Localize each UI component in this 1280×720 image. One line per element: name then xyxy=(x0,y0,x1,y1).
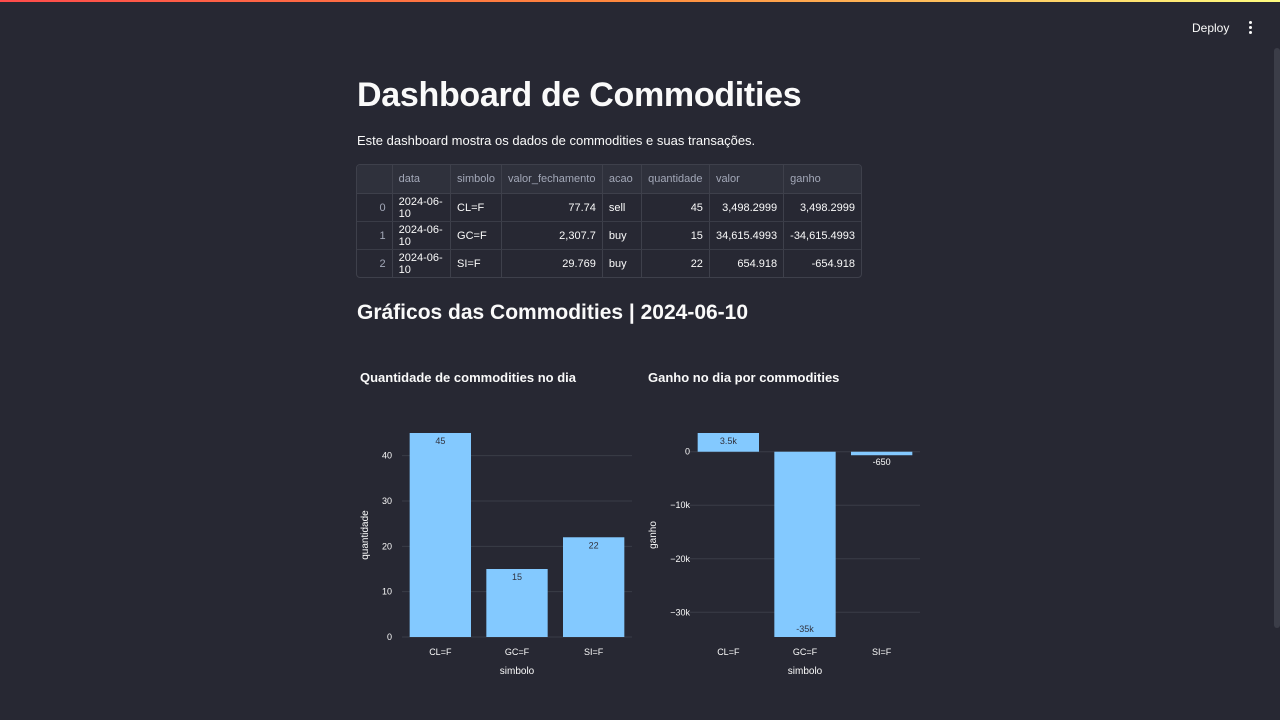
cell-valor: 3,498.2999 xyxy=(709,193,785,222)
cell-acao: buy xyxy=(602,221,643,250)
cell-acao: buy xyxy=(602,249,643,277)
bar xyxy=(563,537,625,637)
bar-data-label: -650 xyxy=(873,457,891,467)
column-header-valor[interactable]: valor xyxy=(709,165,785,194)
column-header-acao[interactable]: acao xyxy=(602,165,643,194)
charts-heading: Gráficos das Commodities | 2024-06-10 xyxy=(357,301,749,324)
cell-index: 0 xyxy=(357,193,393,222)
cell-valor: 654.918 xyxy=(709,249,785,277)
column-header-valor-fechamento[interactable]: valor_fechamento xyxy=(501,165,603,194)
table-row[interactable]: 0 2024-06-10 CL=F 77.74 sell 45 3,498.29… xyxy=(357,193,861,222)
cell-ganho: 3,498.2999 xyxy=(783,193,861,222)
page-description: Este dashboard mostra os dados de commod… xyxy=(357,133,756,148)
bar xyxy=(774,451,836,637)
y-tick-label: 20 xyxy=(382,541,392,551)
column-header-data[interactable]: data xyxy=(392,165,452,194)
cell-data: 2024-06-10 xyxy=(392,221,452,250)
ganho-chart[interactable]: Ganho no dia por commodities 0 −10k −20k −30… xyxy=(638,360,928,690)
cell-quantidade: 22 xyxy=(641,249,710,277)
cell-valor: 34,615.4993 xyxy=(709,221,785,250)
bar-data-label: 15 xyxy=(512,572,522,582)
x-tick-label: CL=F xyxy=(429,647,452,657)
table-row[interactable]: 2 2024-06-10 SI=F 29.769 buy 22 654.918 … xyxy=(357,249,861,277)
chart-title: Ganho no dia por commodities xyxy=(648,370,839,385)
table-row[interactable]: 1 2024-06-10 GC=F 2,307.7 buy 15 34,615.… xyxy=(357,221,861,250)
cell-quantidade: 15 xyxy=(641,221,710,250)
ganho-chart-svg: Ganho no dia por commodities 0 −10k −20k −30… xyxy=(648,370,920,677)
cell-simbolo: SI=F xyxy=(450,249,502,277)
dataframe[interactable]: data simbolo valor_fechamento acao quant… xyxy=(356,164,862,278)
x-tick-label: SI=F xyxy=(584,647,604,657)
scrollbar[interactable] xyxy=(1274,48,1280,628)
column-header-index[interactable] xyxy=(357,165,393,194)
bar-data-label: 45 xyxy=(435,436,445,446)
cell-simbolo: GC=F xyxy=(450,221,502,250)
deploy-button[interactable]: Deploy xyxy=(1186,18,1235,38)
cell-valor-fechamento: 2,307.7 xyxy=(501,221,603,250)
column-header-quantidade[interactable]: quantidade xyxy=(641,165,710,194)
y-tick-label: 40 xyxy=(382,451,392,461)
more-options-icon[interactable] xyxy=(1244,20,1256,36)
cell-index: 1 xyxy=(357,221,393,250)
cell-data: 2024-06-10 xyxy=(392,249,452,277)
y-tick-label: −20k xyxy=(670,554,690,564)
bar xyxy=(409,433,471,637)
table-header-row: data simbolo valor_fechamento acao quant… xyxy=(357,165,861,194)
cell-valor-fechamento: 29.769 xyxy=(501,249,603,277)
x-tick-label: GC=F xyxy=(793,647,818,657)
y-tick-label: 10 xyxy=(382,587,392,597)
y-axis-label: ganho xyxy=(648,521,659,549)
column-header-simbolo[interactable]: simbolo xyxy=(450,165,502,194)
y-tick-label: 30 xyxy=(382,496,392,506)
x-tick-label: SI=F xyxy=(872,647,892,657)
cell-valor-fechamento: 77.74 xyxy=(501,193,603,222)
cell-simbolo: CL=F xyxy=(450,193,502,222)
column-header-ganho[interactable]: ganho xyxy=(783,165,861,194)
y-tick-label: 0 xyxy=(685,447,690,457)
bar-data-label: 22 xyxy=(589,540,599,550)
dataframe-table: data simbolo valor_fechamento acao quant… xyxy=(357,165,861,277)
cell-quantidade: 45 xyxy=(641,193,710,222)
bar-data-label: 3.5k xyxy=(720,436,738,446)
cell-acao: sell xyxy=(602,193,643,222)
y-axis-label: quantidade xyxy=(360,510,371,560)
bar-data-label: -35k xyxy=(796,624,814,634)
x-axis-label: simbolo xyxy=(500,666,535,677)
y-tick-label: −10k xyxy=(670,500,690,510)
y-tick-label: −30k xyxy=(670,607,690,617)
cell-index: 2 xyxy=(357,249,393,277)
page-title: Dashboard de Commodities xyxy=(357,76,802,114)
cell-ganho: -34,615.4993 xyxy=(783,221,861,250)
chart-title: Quantidade de commodities no dia xyxy=(360,370,577,385)
y-tick-label: 0 xyxy=(387,632,392,642)
bar xyxy=(851,451,913,456)
cell-ganho: -654.918 xyxy=(811,257,855,270)
x-axis-label: simbolo xyxy=(788,666,823,677)
x-tick-label: CL=F xyxy=(717,647,740,657)
header-decoration-stripe xyxy=(0,0,1280,2)
quantidade-chart-svg: Quantidade de commodities no dia 0 10 20 30 4… xyxy=(360,370,632,677)
x-tick-label: GC=F xyxy=(505,647,530,657)
quantidade-chart[interactable]: Quantidade de commodities no dia 0 10 20 30 4… xyxy=(350,360,640,690)
cell-data: 2024-06-10 xyxy=(392,193,452,222)
